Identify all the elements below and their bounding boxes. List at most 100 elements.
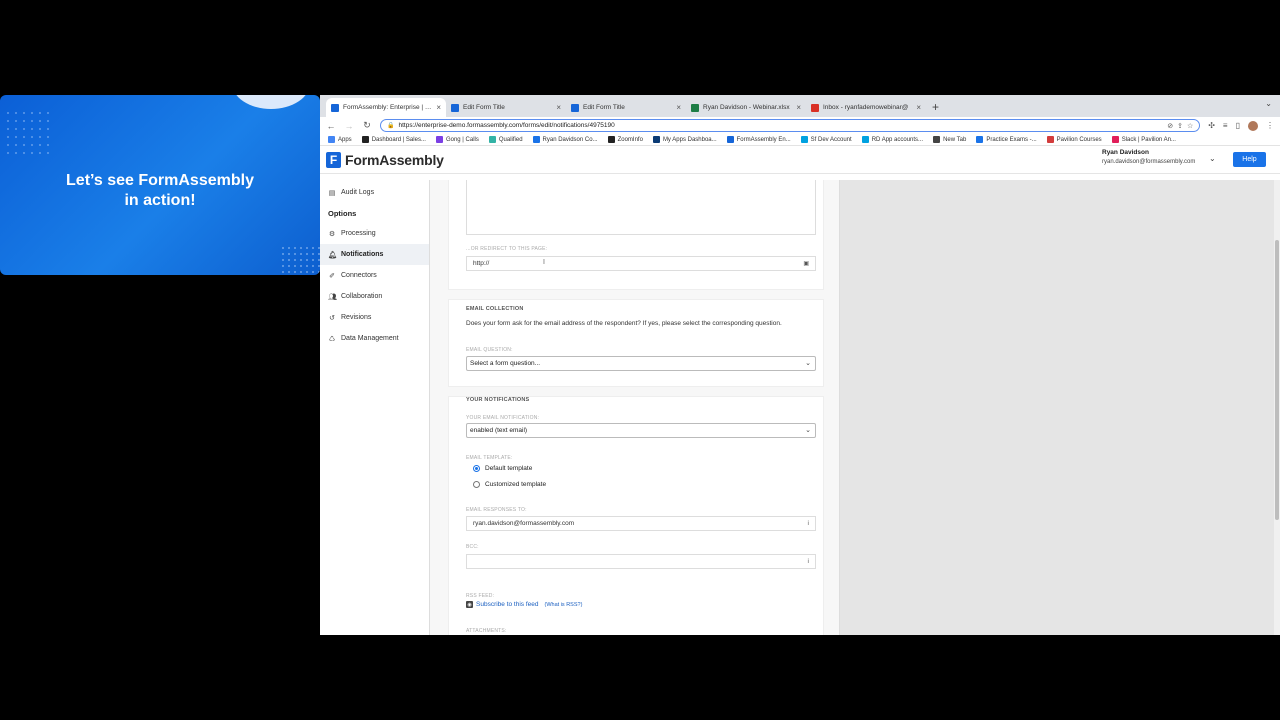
your-notifications-title: YOUR NOTIFICATIONS [466,397,530,403]
kebab-menu-icon[interactable]: ⋮ [1266,121,1274,130]
bookmark-favicon-icon [933,136,941,143]
promo-banner: Let’s see FormAssembly in action! [0,95,320,275]
formassembly-logo[interactable]: F FormAssembly [326,151,444,168]
tab-search-chevron-icon[interactable]: ⌄ [1265,99,1272,108]
bookmark-item[interactable]: Slack | Pavilion An... [1111,136,1176,143]
bookmark-favicon-icon [1046,136,1054,143]
sidebar-item-processing[interactable]: ⚙ Processing [320,223,429,244]
tab-title: Edit Form Title [583,104,625,111]
empty-canvas-area [840,180,1280,635]
bookmark-item[interactable]: New Tab [933,136,966,143]
sidebar-item-revisions[interactable]: ↺ Revisions [320,307,429,328]
promo-heading: Let’s see FormAssembly in action! [66,172,254,209]
browser-tab[interactable]: Edit Form Title × [446,98,566,117]
bookmark-favicon-icon [435,136,443,143]
tab-title: Edit Form Title [463,104,505,111]
radio-customized-template[interactable]: Customized template [473,481,546,488]
radio-default-template[interactable]: Default template [473,465,532,472]
back-arrow-icon[interactable]: ← [326,121,336,131]
message-textarea[interactable] [466,180,816,235]
clipboard-icon[interactable]: ▣ [803,260,809,267]
chevron-down-icon[interactable]: ⌄ [1209,154,1216,163]
sidebar-item-notifications[interactable]: 🔔︎ Notifications [320,244,429,265]
chevron-down-icon: ⌄ [805,427,811,434]
share-icon[interactable]: ⇪ [1177,122,1183,130]
radio-button[interactable] [473,465,480,472]
scrollbar[interactable] [1274,180,1280,635]
reload-icon[interactable]: ↻ [362,120,372,131]
bookmark-favicon-icon [800,136,808,143]
bookmark-item[interactable]: Apps [328,136,352,143]
bcc-input[interactable]: ⅰ [466,554,816,569]
close-icon[interactable]: × [676,103,681,112]
browser-tab[interactable]: Edit Form Title × [566,98,686,117]
plug-icon: ✐ [329,272,335,280]
bookmark-item[interactable]: Practice Exams -... [976,136,1037,143]
user-name: Ryan Davidson [1102,149,1149,156]
email-notification-select[interactable]: enabled (text email) ⌄ [466,423,816,438]
eye-slash-icon[interactable]: ⊘ [1167,122,1173,130]
rss-subscribe-link[interactable]: ◉ Subscribe to this feed (What is RSS?) [466,601,582,608]
bookmark-item[interactable]: FormAssembly En... [726,136,791,143]
redirect-label: ...OR REDIRECT TO THIS PAGE: [466,246,548,252]
profile-avatar[interactable] [1248,120,1258,131]
bookmarks-bar: Apps Dashboard | Sales... Gong | Calls Qual… [320,134,1280,146]
info-icon[interactable]: ⅰ [807,520,809,527]
sidebar-item-audit-logs[interactable]: ▤ Audit Logs [320,182,429,203]
sidebar-item-connectors[interactable]: ✐ Connectors [320,265,429,286]
your-notifications-section: YOUR NOTIFICATIONS YOUR EMAIL NOTIFICATI… [448,396,824,635]
bookmark-item[interactable]: ZoomInfo [607,136,643,143]
reading-list-icon[interactable]: ≡ [1223,121,1228,130]
sidebar-item-collaboration[interactable]: 👥︎ Collaboration [320,286,429,307]
decorative-dot-grid [4,109,50,155]
bookmark-item[interactable]: Qualified [488,136,523,143]
bookmark-item[interactable]: Gong | Calls [435,136,479,143]
close-icon[interactable]: × [916,103,921,112]
email-collection-description: Does your form ask for the email address… [466,320,782,327]
sidebar-item-data-management[interactable]: ♺ Data Management [320,328,429,349]
email-question-select[interactable]: Select a form question... ⌄ [466,356,816,371]
lock-icon[interactable]: 🔒 [387,122,394,129]
scrollbar-thumb[interactable] [1275,240,1279,520]
new-tab-button[interactable]: + [932,100,939,114]
bookmark-favicon-icon [1111,136,1119,143]
bookmark-favicon-icon [652,136,660,143]
browser-window: FormAssembly: Enterprise | Fo × Edit Form … [320,95,1280,635]
bookmark-item[interactable]: My Apps Dashboa... [652,136,717,143]
what-is-rss-link[interactable]: (What is RSS?) [545,602,583,608]
radio-button[interactable] [473,481,480,488]
rss-icon: ◉ [466,601,473,608]
bookmark-item[interactable]: Ryan Davidson Co... [532,136,598,143]
email-responses-input[interactable]: ryan.davidson@formassembly.com ⅰ [466,516,816,531]
browser-tab[interactable]: FormAssembly: Enterprise | Fo × [326,98,446,117]
text-cursor-icon: I [543,259,545,266]
close-icon[interactable]: × [436,103,441,112]
bookmark-favicon-icon [361,136,369,143]
bookmark-favicon-icon [488,136,496,143]
url-text[interactable]: https://enterprise-demo.formassembly.com… [398,122,1163,129]
decorative-blob [232,95,310,109]
gmail-icon [811,103,819,112]
bookmark-favicon-icon [861,136,869,143]
forward-arrow-icon[interactable]: → [344,121,354,131]
bookmark-item[interactable]: Sf Dev Account [800,136,852,143]
browser-tab[interactable]: Ryan Davidson - Webinar.xlsx × [686,98,806,117]
bookmark-favicon-icon [607,136,615,143]
close-icon[interactable]: × [796,103,801,112]
attachments-label: ATTACHMENTS: [466,628,507,634]
info-icon[interactable]: ⅰ [807,558,809,565]
bookmark-item[interactable]: Dashboard | Sales... [361,136,426,143]
bookmark-item[interactable]: Pavilion Courses [1046,136,1102,143]
close-icon[interactable]: × [556,103,561,112]
star-icon[interactable]: ☆ [1187,122,1193,130]
formassembly-logo-icon: F [326,151,341,168]
browser-tab[interactable]: Inbox - ryanfademowebinar@ × [806,98,926,117]
side-panel-icon[interactable]: ▯ [1236,121,1240,130]
user-menu[interactable]: Ryan Davidson ryan.davidson@formassembly… [1102,149,1195,165]
email-collection-title: EMAIL COLLECTION [466,306,524,312]
help-button[interactable]: Help [1233,152,1266,167]
address-bar[interactable]: 🔒 https://enterprise-demo.formassembly.c… [380,119,1201,132]
extensions-puzzle-icon[interactable]: ✣ [1208,121,1215,130]
redirect-url-input[interactable]: http:// I ▣ [466,256,816,271]
bookmark-item[interactable]: RD App accounts... [861,136,923,143]
